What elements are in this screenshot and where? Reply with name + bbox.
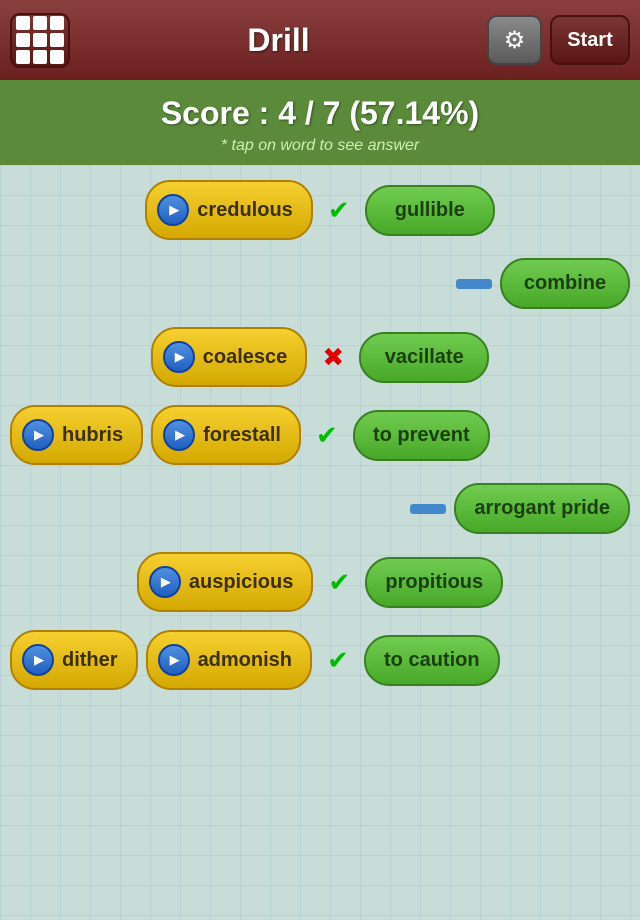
word-card-credulous[interactable]: credulous: [145, 180, 313, 240]
answer-card-propitious[interactable]: propitious: [365, 557, 503, 608]
main-content: credulous ✔ gullible combine coalesce ✖ …: [0, 165, 640, 920]
row-credulous: credulous ✔ gullible: [10, 180, 630, 240]
row-combine: combine: [10, 258, 630, 309]
score-display: Score : 4 / 7 (57.14%): [10, 95, 630, 132]
answer-text-to-prevent: to prevent: [373, 424, 470, 447]
row-dither-admonish: dither admonish ✔ to caution: [10, 630, 630, 690]
word-card-auspicious[interactable]: auspicious: [137, 552, 313, 612]
answer-text-gullible: gullible: [395, 199, 465, 222]
word-text-dither: dither: [62, 649, 118, 672]
answer-text-vacillate: vacillate: [385, 346, 464, 369]
grid-icon: [16, 16, 64, 64]
header-actions: ⚙ Start: [487, 15, 630, 65]
word-text-admonish: admonish: [198, 649, 292, 672]
answer-card-vacillate[interactable]: vacillate: [359, 332, 489, 383]
check-icon-credulous: ✔: [321, 195, 357, 226]
answer-card-combine[interactable]: combine: [500, 258, 630, 309]
arrow-icon-credulous: [157, 194, 189, 226]
word-text-forestall: forestall: [203, 424, 281, 447]
score-area: Score : 4 / 7 (57.14%) * tap on word to …: [0, 80, 640, 165]
answer-card-arrogant[interactable]: arrogant pride: [454, 483, 630, 534]
word-card-forestall[interactable]: forestall: [151, 405, 301, 465]
score-hint: * tap on word to see answer: [10, 137, 630, 155]
answer-card-gullible[interactable]: gullible: [365, 185, 495, 236]
word-card-coalesce[interactable]: coalesce: [151, 327, 308, 387]
cross-icon-coalesce: ✖: [315, 342, 351, 373]
start-button[interactable]: Start: [550, 15, 630, 65]
dash-connector-arrogant: [410, 504, 446, 514]
page-title: Drill: [247, 22, 309, 59]
row-coalesce: coalesce ✖ vacillate: [10, 327, 630, 387]
row-hubris-forestall: hubris forestall ✔ to prevent: [10, 405, 630, 465]
answer-text-arrogant: arrogant pride: [474, 497, 610, 520]
arrow-icon-hubris: [22, 419, 54, 451]
grid-button[interactable]: [10, 13, 70, 68]
arrow-icon-coalesce: [163, 341, 195, 373]
check-icon-auspicious: ✔: [321, 567, 357, 598]
word-text-coalesce: coalesce: [203, 346, 288, 369]
check-icon-forestall: ✔: [309, 420, 345, 451]
word-text-hubris: hubris: [62, 424, 123, 447]
answer-text-to-caution: to caution: [384, 649, 480, 672]
arrow-icon-admonish: [158, 644, 190, 676]
settings-button[interactable]: ⚙: [487, 15, 542, 65]
header: Drill ⚙ Start: [0, 0, 640, 80]
word-text-credulous: credulous: [197, 199, 293, 222]
word-card-hubris[interactable]: hubris: [10, 405, 143, 465]
answer-text-propitious: propitious: [385, 571, 483, 594]
answer-text-combine: combine: [524, 272, 606, 295]
arrow-icon-auspicious: [149, 566, 181, 598]
word-card-admonish[interactable]: admonish: [146, 630, 312, 690]
word-text-auspicious: auspicious: [189, 571, 293, 594]
check-icon-admonish: ✔: [320, 645, 356, 676]
row-arrogant: arrogant pride: [10, 483, 630, 534]
arrow-icon-forestall: [163, 419, 195, 451]
dash-connector-combine: [456, 279, 492, 289]
arrow-icon-dither: [22, 644, 54, 676]
answer-card-to-prevent[interactable]: to prevent: [353, 410, 490, 461]
answer-card-to-caution[interactable]: to caution: [364, 635, 500, 686]
word-card-dither[interactable]: dither: [10, 630, 138, 690]
row-auspicious: auspicious ✔ propitious: [10, 552, 630, 612]
